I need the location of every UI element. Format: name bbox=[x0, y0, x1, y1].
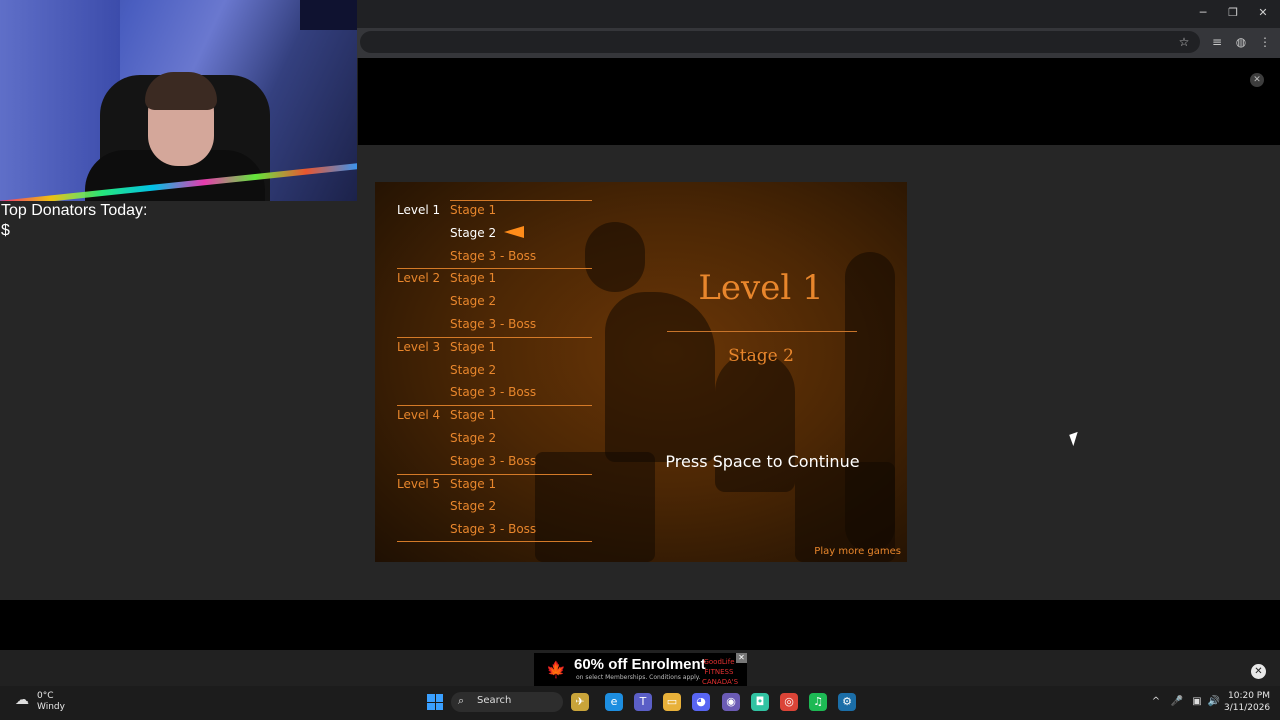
top-donators-label: Top Donators Today: bbox=[1, 202, 148, 219]
microphone-icon[interactable]: 🎤 bbox=[1170, 695, 1184, 709]
close-window-button[interactable]: ✕ bbox=[1251, 4, 1275, 22]
restore-button[interactable]: ❐ bbox=[1221, 4, 1245, 22]
title-divider bbox=[667, 331, 857, 332]
game-app-icon[interactable]: ✈ bbox=[571, 693, 589, 711]
page-close-icon[interactable]: ✕ bbox=[1251, 664, 1266, 679]
level-label[interactable]: Level 2 bbox=[397, 271, 440, 285]
search-icon: ⌕ bbox=[458, 694, 465, 707]
stage-option[interactable]: Stage 2 bbox=[450, 499, 496, 513]
weather-icon[interactable]: ☁ bbox=[15, 692, 35, 712]
spotify-icon[interactable]: ♫ bbox=[809, 693, 827, 711]
top-donators-amount: $ bbox=[1, 222, 10, 239]
webcam-overlay bbox=[0, 0, 357, 201]
level-divider bbox=[397, 473, 592, 475]
stage-option[interactable]: Stage 3 - Boss bbox=[450, 317, 536, 331]
edge-icon[interactable]: e bbox=[605, 693, 623, 711]
clock-time[interactable]: 10:20 PM bbox=[1224, 691, 1270, 701]
start-button[interactable] bbox=[427, 694, 443, 710]
stage-option[interactable]: Stage 3 - Boss bbox=[450, 385, 536, 399]
stage-option[interactable]: Stage 3 - Boss bbox=[450, 522, 536, 536]
level-label[interactable]: Level 4 bbox=[397, 408, 440, 422]
level-divider bbox=[397, 268, 592, 270]
page-bottom-strip bbox=[0, 600, 1280, 650]
tray-chevron-icon[interactable]: ^ bbox=[1149, 695, 1163, 709]
ad-fine-print: on select Memberships. Conditions apply. bbox=[576, 674, 701, 681]
game-canvas[interactable]: Level 1 Stage 1 Stage 2 Stage 3 - Boss Level… bbox=[375, 182, 907, 562]
minimize-button[interactable]: ─ bbox=[1191, 4, 1215, 22]
ad-headline: 60% off Enrolment bbox=[574, 656, 706, 673]
selection-arrow-icon bbox=[504, 226, 524, 238]
level-divider bbox=[397, 541, 592, 542]
level-label[interactable]: Level 3 bbox=[397, 340, 440, 354]
discord-icon[interactable]: ◕ bbox=[692, 693, 710, 711]
stage-option[interactable]: Stage 3 - Boss bbox=[450, 454, 536, 468]
maple-leaf-icon: 🍁 bbox=[546, 660, 566, 679]
search-label: Search bbox=[477, 695, 512, 706]
address-bar[interactable] bbox=[360, 31, 1200, 53]
obs-icon[interactable]: ◉ bbox=[722, 693, 740, 711]
steam-icon[interactable]: ⚙ bbox=[838, 693, 856, 711]
stage-option[interactable]: Stage 1 bbox=[450, 203, 496, 217]
ad-brand-logo: GoodLife FITNESS CANADA'S GYM bbox=[702, 658, 739, 696]
extensions-icon[interactable]: ◍ bbox=[1231, 33, 1251, 51]
clock-date[interactable]: 3/11/2026 bbox=[1224, 703, 1270, 713]
play-more-games-link[interactable]: Play more games bbox=[814, 546, 901, 557]
bookmark-star-icon[interactable]: ☆ bbox=[1174, 33, 1194, 51]
bottom-ad[interactable]: 🍁 60% off Enrolment on select Membership… bbox=[534, 653, 747, 696]
taskbar-search[interactable]: ⌕ Search bbox=[451, 692, 563, 712]
level-divider bbox=[450, 200, 592, 201]
stage-option[interactable]: Stage 2 bbox=[450, 431, 496, 445]
stage-option[interactable]: Stage 2 bbox=[450, 294, 496, 308]
level-divider bbox=[397, 336, 592, 338]
selected-level-title: Level 1 bbox=[698, 268, 824, 308]
stage-option[interactable]: Stage 1 bbox=[450, 477, 496, 491]
stage-option[interactable]: Stage 1 bbox=[450, 271, 496, 285]
continue-prompt: Press Space to Continue bbox=[665, 452, 860, 471]
level-label[interactable]: Level 1 bbox=[397, 203, 440, 217]
banner-close-icon[interactable]: ✕ bbox=[1250, 73, 1264, 87]
teams-icon[interactable]: T bbox=[634, 693, 652, 711]
top-ad-banner bbox=[358, 58, 1280, 145]
stage-option[interactable]: Stage 2 bbox=[450, 363, 496, 377]
display-icon[interactable]: ▣ bbox=[1190, 695, 1204, 709]
browser-menu-icon[interactable]: ⋮ bbox=[1255, 33, 1275, 51]
stage-option[interactable]: Stage 1 bbox=[450, 340, 496, 354]
file-explorer-icon[interactable]: ▭ bbox=[663, 693, 681, 711]
level-divider bbox=[397, 405, 592, 407]
volume-icon[interactable]: 🔊 bbox=[1207, 695, 1221, 709]
weather-temperature: 0°C bbox=[37, 691, 54, 701]
stage-option[interactable]: Stage 2 bbox=[450, 226, 496, 240]
selected-stage-title: Stage 2 bbox=[728, 346, 794, 366]
weather-description: Windy bbox=[37, 702, 65, 712]
chrome-icon[interactable]: ◎ bbox=[780, 693, 798, 711]
stage-option[interactable]: Stage 1 bbox=[450, 408, 496, 422]
streamlabs-icon[interactable]: ◘ bbox=[751, 693, 769, 711]
stage-option[interactable]: Stage 3 - Boss bbox=[450, 249, 536, 263]
media-control-icon[interactable]: ≡ bbox=[1207, 33, 1227, 51]
ad-close-icon[interactable]: ✕ bbox=[736, 653, 747, 663]
level-label[interactable]: Level 5 bbox=[397, 477, 440, 491]
